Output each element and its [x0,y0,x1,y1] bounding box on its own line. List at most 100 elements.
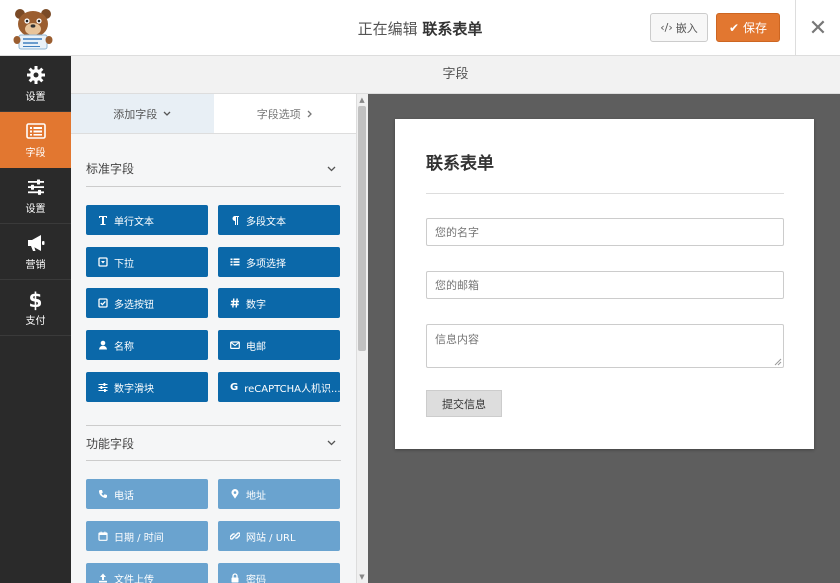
field-button-number-slider[interactable]: 数字滑块 [86,372,208,402]
sliders-icon [27,179,44,195]
field-button-label: 地址 [246,490,266,502]
paragraph-icon [232,216,239,225]
dollar-icon: $ [28,287,43,312]
form-divider [426,193,784,194]
fancy-fields-heading: 功能字段 [86,436,135,451]
field-button-label: 电邮 [246,341,266,353]
field-button-numbers[interactable]: 数字 [218,288,340,318]
form-preview-title: 联系表单 [426,154,494,174]
code-icon: ‹/› [660,21,673,34]
field-button-label: 日期 / 时间 [114,532,164,544]
tab-label: 添加字段 [113,107,158,121]
scrollbar-thumb[interactable] [358,106,366,351]
form-preview-card: 联系表单 提交信息 [395,119,814,449]
embed-button[interactable]: ‹/› 嵌入 [650,13,708,42]
field-button-name[interactable]: 名称 [86,330,208,360]
field-button-paragraph-text[interactable]: 多段文本 [218,205,340,235]
field-button-file-upload[interactable]: 文件上传 [86,563,208,583]
list-bullet-icon [230,258,240,266]
field-button-label: 多段文本 [246,216,286,228]
field-button-multiple-choice[interactable]: 多项选择 [218,247,340,277]
close-button[interactable]: ✕ [804,14,832,42]
phone-icon [99,490,107,499]
sidebar-item-label: 设置 [25,91,46,103]
save-button[interactable]: ✔ 保存 [716,13,780,42]
wpforms-bear-logo-icon [13,9,53,50]
builder-sidebar: 设置 字段 设置 营销 $ 支付 [0,56,71,583]
panel-heading: 字段 [71,56,840,94]
tab-label: 字段选项 [256,107,301,121]
sidebar-item-settings[interactable]: 设置 [0,168,71,224]
gear-icon [26,65,45,84]
map-marker-icon [231,489,239,499]
field-button-email[interactable]: 电邮 [218,330,340,360]
field-button-dropdown[interactable]: 下拉 [86,247,208,277]
field-button-label: 下拉 [114,258,134,270]
sidebar-item-setup[interactable]: 设置 [0,56,71,112]
envelope-icon [230,341,240,350]
sliders-icon [98,383,108,392]
link-icon [230,532,240,540]
sidebar-item-payments[interactable]: $ 支付 [0,280,71,336]
message-field[interactable] [426,324,784,368]
fields-panel: 添加字段 字段选项 标准字段 单行文本 多段文本 下拉 多项选择 多选按钮 数字 [71,94,356,583]
field-button-label: reCAPTCHA人机识... [244,383,340,395]
calendar-icon [98,531,108,541]
editing-prefix: 正在编辑 [357,20,418,38]
field-button-address[interactable]: 地址 [218,479,340,509]
sidebar-item-fields[interactable]: 字段 [0,112,71,168]
list-icon [25,122,46,139]
header-divider [795,0,796,56]
field-button-label: 名称 [114,341,134,353]
sidebar-item-label: 字段 [25,147,46,159]
close-icon: ✕ [808,15,828,41]
hash-icon [230,298,239,308]
field-button-website-url[interactable]: 网站 / URL [218,521,340,551]
lock-icon [231,573,239,583]
field-button-phone[interactable]: 电话 [86,479,208,509]
field-button-label: 电话 [114,490,134,502]
chevron-down-icon [163,111,171,116]
megaphone-icon [27,234,44,251]
submit-button[interactable]: 提交信息 [426,390,502,417]
field-button-label: 数字 [246,299,266,311]
upload-icon [99,573,107,583]
field-button-label: 数字滑块 [114,383,154,395]
user-icon [99,340,107,350]
chevron-down-icon [327,440,336,446]
field-button-single-line-text[interactable]: 单行文本 [86,205,208,235]
sidebar-item-marketing[interactable]: 营销 [0,224,71,280]
tab-add-fields[interactable]: 添加字段 [71,94,214,133]
form-name: 联系表单 [422,20,483,38]
field-button-password[interactable]: 密码 [218,563,340,583]
editing-title: 正在编辑 联系表单 [0,18,840,39]
fancy-fields-toggle[interactable]: 功能字段 [86,425,341,461]
sidebar-item-label: 营销 [25,259,46,271]
field-button-checkboxes[interactable]: 多选按钮 [86,288,208,318]
chevron-down-icon [327,166,336,171]
email-field[interactable] [426,271,784,299]
sidebar-item-label: 支付 [25,315,46,327]
chevron-right-icon [307,110,312,117]
field-button-label: 多选按钮 [114,299,154,311]
tab-field-options[interactable]: 字段选项 [213,94,356,133]
text-icon [99,216,107,225]
standard-fields-toggle[interactable]: 标准字段 [86,151,341,187]
scroll-down-arrow-icon[interactable]: ▼ [358,573,366,581]
standard-fields-heading: 标准字段 [86,162,135,176]
resize-grip-icon[interactable] [774,358,782,366]
check-icon: ✔ [728,20,740,35]
field-button-label: 密码 [246,574,266,583]
google-icon: G [230,381,239,393]
field-button-date-time[interactable]: 日期 / 时间 [86,521,208,551]
field-button-recaptcha[interactable]: G reCAPTCHA人机识... [218,372,340,402]
field-button-label: 文件上传 [114,574,154,583]
sidebar-item-label: 设置 [25,203,46,215]
fields-tabs: 添加字段 字段选项 [71,94,356,134]
save-label: 保存 [743,21,768,35]
name-field[interactable] [426,218,784,246]
dropdown-icon [98,257,108,267]
scroll-up-arrow-icon[interactable]: ▲ [358,96,366,104]
top-bar: 正在编辑 联系表单 ‹/› 嵌入 ✔ 保存 ✕ [0,0,840,56]
field-button-label: 单行文本 [114,216,154,228]
